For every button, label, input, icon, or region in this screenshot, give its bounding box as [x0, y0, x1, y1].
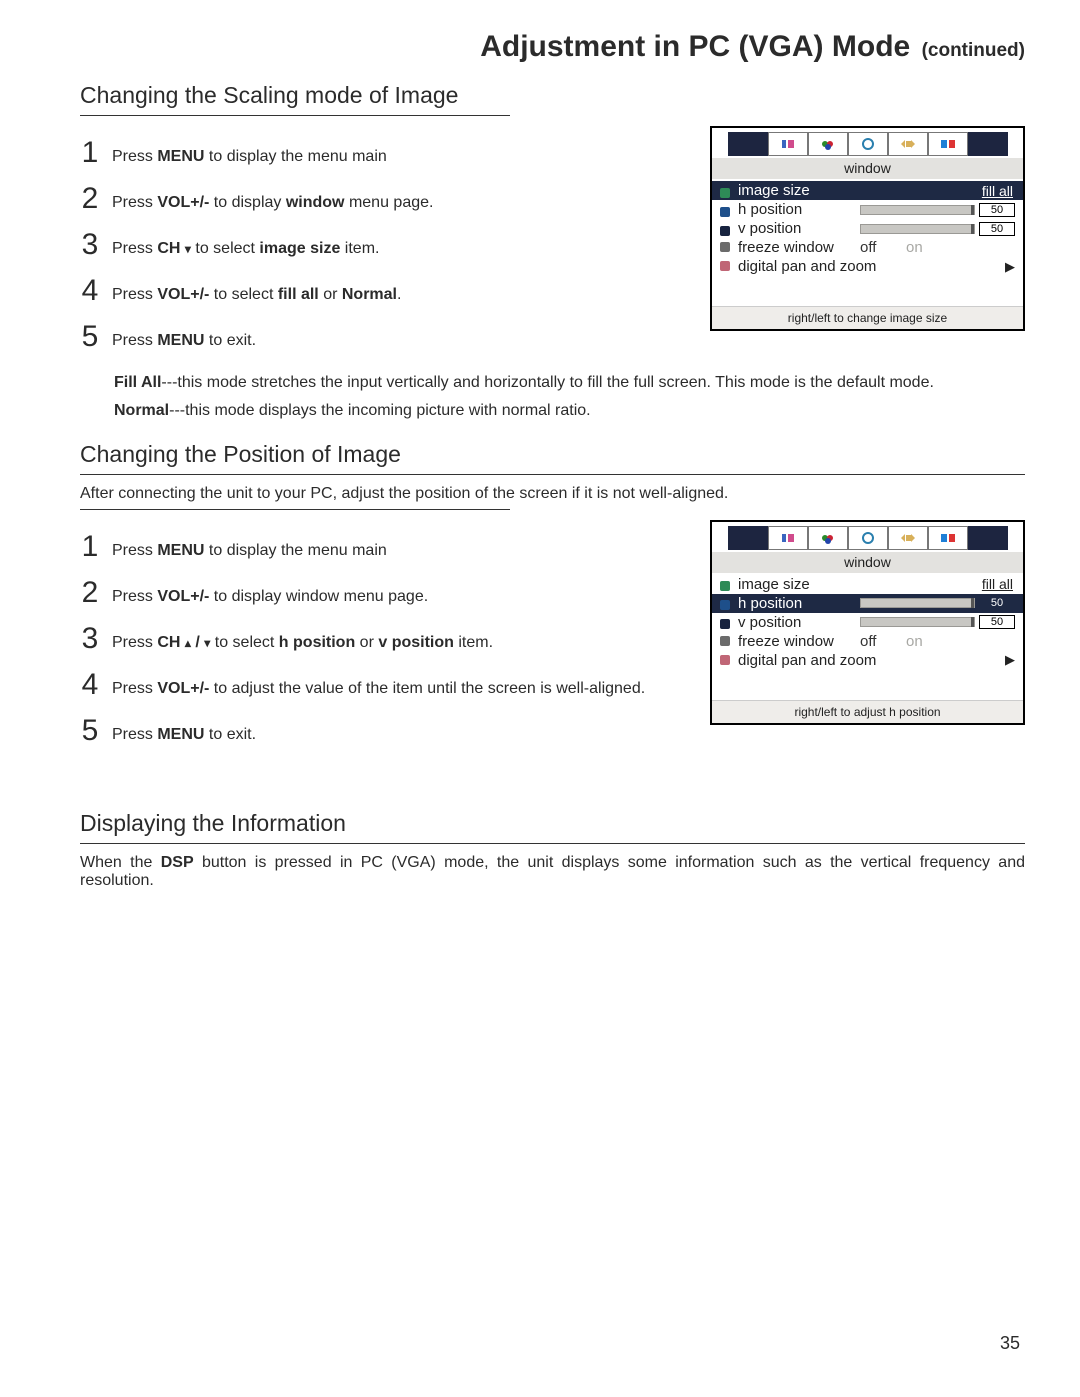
- section3-body: When the DSP button is pressed in PC (VG…: [80, 854, 1025, 890]
- osd-tab-icon: [728, 132, 768, 156]
- step-number: 5: [80, 716, 100, 746]
- osd-tab-icon: [968, 526, 1008, 550]
- osd-label: v position: [738, 220, 856, 237]
- steps-scaling: 1 Press MENU to display the menu main 2 Pr…: [80, 138, 678, 352]
- osd-hint: right/left to change image size: [712, 306, 1023, 329]
- osd-off: off: [860, 633, 902, 650]
- osd-value: 50: [979, 222, 1015, 236]
- osd-tab-icon: [728, 526, 768, 550]
- osd-row-h-position: h position 50: [720, 200, 1015, 219]
- osd-row-pan-zoom: digital pan and zoom ▶: [720, 651, 1015, 670]
- osd-figure-image-size: window image size fill all h position 50: [710, 126, 1025, 331]
- step-text: Press VOL+/- to adjust the value of the …: [112, 670, 645, 700]
- step-text: Press CH ▴ / ▾ to select h position or v…: [112, 624, 493, 654]
- step-number: 2: [80, 578, 100, 608]
- osd-tab-icon: [928, 132, 968, 156]
- step-number: 4: [80, 670, 100, 700]
- osd-tab-icon: [968, 132, 1008, 156]
- step-number: 3: [80, 230, 100, 260]
- rule: [80, 509, 510, 510]
- osd-row-image-size: image size fill all: [720, 575, 1015, 594]
- osd-tab-icon: [808, 526, 848, 550]
- section-heading-scaling: Changing the Scaling mode of Image: [80, 82, 1025, 109]
- osd-tab-icon: [768, 526, 808, 550]
- osd-tab-icon: [768, 132, 808, 156]
- osd-off: off: [860, 239, 902, 256]
- section-heading-info: Displaying the Information: [80, 810, 1025, 837]
- osd-label: h position: [738, 201, 856, 218]
- osd-value: fill all: [979, 576, 1015, 592]
- step-text: Press CH ▾ to select image size item.: [112, 230, 379, 260]
- osd-label: freeze window: [738, 633, 856, 650]
- note-fill-all: Fill All---this mode stretches the input…: [114, 372, 1025, 394]
- osd-label: h position: [738, 595, 856, 612]
- step-text: Press VOL+/- to select fill all or Norma…: [112, 276, 401, 306]
- osd-hint: right/left to adjust h position: [712, 700, 1023, 723]
- osd-label: digital pan and zoom: [738, 652, 997, 669]
- osd-iconbar: [712, 128, 1023, 158]
- step-number: 2: [80, 184, 100, 214]
- osd-slider: [860, 598, 975, 608]
- osd-row-freeze: freeze window off on: [720, 238, 1015, 257]
- step-number: 1: [80, 532, 100, 562]
- osd-on: on: [906, 633, 938, 650]
- osd-row-image-size: image size fill all: [712, 181, 1023, 200]
- step-text: Press MENU to exit.: [112, 322, 256, 352]
- osd-label: image size: [738, 182, 856, 199]
- osd-label: freeze window: [738, 239, 856, 256]
- osd-slider: [860, 617, 975, 627]
- osd-label: image size: [738, 576, 856, 593]
- osd-row-v-position: v position 50: [720, 219, 1015, 238]
- osd-tab-icon: [808, 132, 848, 156]
- osd-row-v-position: v position 50: [720, 613, 1015, 632]
- steps-position: 1 Press MENU to display the menu main 2 Pr…: [80, 532, 678, 746]
- page-title-main: Adjustment in PC (VGA) Mode: [480, 30, 910, 63]
- osd-label: v position: [738, 614, 856, 631]
- step-text: Press MENU to exit.: [112, 716, 256, 746]
- step-text: Press MENU to display the menu main: [112, 532, 387, 562]
- step-number: 4: [80, 276, 100, 306]
- step-text: Press VOL+/- to display window menu page…: [112, 578, 428, 608]
- osd-slider: [860, 205, 975, 215]
- osd-on: on: [906, 239, 938, 256]
- osd-tab-icon: [848, 526, 888, 550]
- section2-intro: After connecting the unit to your PC, ad…: [80, 485, 1025, 503]
- osd-section-label: window: [712, 552, 1023, 573]
- step-text: Press VOL+/- to display window menu page…: [112, 184, 433, 214]
- osd-row-freeze: freeze window off on: [720, 632, 1015, 651]
- step-number: 1: [80, 138, 100, 168]
- osd-tab-icon: [888, 526, 928, 550]
- osd-label: digital pan and zoom: [738, 258, 997, 275]
- arrow-right-icon: ▶: [1001, 259, 1015, 275]
- rule: [80, 115, 510, 116]
- rule: [80, 474, 1025, 475]
- osd-tab-icon: [928, 526, 968, 550]
- osd-value: fill all: [979, 183, 1015, 199]
- osd-iconbar: [712, 522, 1023, 552]
- arrow-right-icon: ▶: [1001, 652, 1015, 668]
- osd-figure-h-position: window image size fill all h position 50: [710, 520, 1025, 725]
- section-heading-position: Changing the Position of Image: [80, 441, 1025, 468]
- osd-value: 50: [979, 596, 1015, 610]
- page-number: 35: [1000, 1333, 1020, 1354]
- rule: [80, 843, 1025, 844]
- osd-row-pan-zoom: digital pan and zoom ▶: [720, 257, 1015, 276]
- osd-value: 50: [979, 615, 1015, 629]
- osd-section-label: window: [712, 158, 1023, 179]
- osd-slider: [860, 224, 975, 234]
- page-title: Adjustment in PC (VGA) Mode (continued): [80, 30, 1025, 64]
- osd-row-h-position: h position 50: [712, 594, 1023, 613]
- step-number: 5: [80, 322, 100, 352]
- osd-tab-icon: [848, 132, 888, 156]
- step-text: Press MENU to display the menu main: [112, 138, 387, 168]
- note-normal: Normal---this mode displays the incoming…: [114, 400, 1025, 422]
- osd-tab-icon: [888, 132, 928, 156]
- osd-value: 50: [979, 203, 1015, 217]
- page-title-continued: (continued): [922, 40, 1025, 61]
- step-number: 3: [80, 624, 100, 654]
